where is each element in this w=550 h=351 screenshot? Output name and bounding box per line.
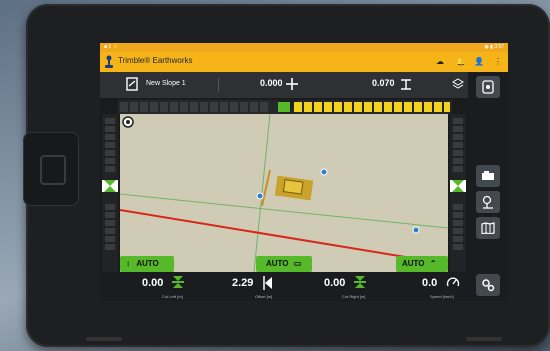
auto-center-label: AUTO	[266, 259, 289, 268]
strap-buckle	[40, 155, 66, 185]
readout-bar: 0.00 Cut Left [m] 2.29 Offset [m] 0.00 C…	[100, 273, 468, 301]
android-status-bar: ■ 1 ⚡ ◉ ▮ 3:57	[100, 43, 508, 52]
kebab-menu-icon[interactable]: ⋮	[494, 57, 502, 66]
point-marker-icon[interactable]	[256, 192, 266, 202]
slope-value: 0.070	[372, 78, 395, 88]
tablet-foot	[466, 337, 502, 341]
crosshair-icon[interactable]	[286, 78, 298, 90]
grade-indicator-bar	[118, 100, 452, 114]
settings-button[interactable]	[476, 274, 500, 296]
sensor-settings-button[interactable]	[476, 76, 500, 98]
design-toolbar: New Slope 1 0.000 0.070	[100, 72, 468, 98]
offset-arrow-icon	[263, 276, 272, 290]
on-grade-icon	[172, 276, 184, 288]
plan-view-map[interactable]: ↕ AUTO AUTO ▭ AUTO ⌃	[120, 114, 448, 272]
layers-icon[interactable]	[452, 78, 464, 90]
right-side-panel	[468, 72, 508, 301]
auto-left-label: AUTO	[136, 259, 159, 268]
blade-icon: ▭	[293, 259, 302, 268]
machine-view-button[interactable]	[476, 165, 500, 187]
right-blade-indicator	[450, 114, 466, 272]
offset-label: Offset [m]	[255, 294, 273, 299]
cut-fill-value: 0.000	[260, 78, 283, 88]
offset-value: 2.29	[232, 277, 254, 289]
cut-left-value: 0.00	[142, 277, 164, 289]
speed-label: Speed [km/h]	[430, 294, 454, 299]
auto-right-label: AUTO	[402, 259, 425, 268]
map-canvas[interactable]	[120, 114, 448, 272]
folded-map-icon	[481, 222, 495, 235]
map-layers-button[interactable]	[476, 217, 500, 239]
device-screen: ■ 1 ⚡ ◉ ▮ 3:57 Trimble® Earthworks ☁ 🔔 👤…	[100, 43, 508, 301]
up-arrow-icon: ⌃	[429, 259, 437, 268]
speed-value: 0.0	[422, 277, 438, 289]
status-right: ◉ ▮ 3:57	[484, 44, 504, 50]
guidance-view: ↕ AUTO AUTO ▭ AUTO ⌃	[100, 98, 468, 273]
map-pin-icon	[482, 195, 493, 209]
user-icon[interactable]: 👤	[474, 57, 484, 66]
bell-icon[interactable]: 🔔	[456, 57, 466, 66]
position-button[interactable]	[476, 191, 500, 213]
sensor-icon	[482, 80, 494, 94]
point-marker-icon[interactable]	[412, 226, 422, 236]
point-marker-icon[interactable]	[320, 168, 330, 178]
slope-icon[interactable]	[400, 78, 412, 90]
design-name[interactable]: New Slope 1	[146, 80, 186, 87]
machine-view-icon	[482, 171, 494, 180]
app-bar: Trimble® Earthworks ☁ 🔔 👤 ⋮	[100, 52, 508, 72]
tablet-foot	[86, 337, 122, 341]
auto-left-button[interactable]: ↕ AUTO	[120, 256, 174, 272]
up-down-arrow-icon: ↕	[126, 259, 130, 268]
speedometer-icon	[446, 277, 460, 287]
design-file-icon[interactable]	[126, 77, 138, 91]
toolbar-divider	[218, 78, 219, 92]
auto-center-button[interactable]: AUTO ▭	[256, 256, 312, 272]
cut-left-label: Cut Left [m]	[162, 294, 183, 299]
cut-right-value: 0.00	[324, 277, 346, 289]
left-blade-indicator	[102, 114, 118, 272]
hand-strap	[23, 132, 79, 206]
app-title: Trimble® Earthworks	[118, 56, 193, 65]
cut-right-label: Cut Right [m]	[342, 294, 366, 299]
auto-right-button[interactable]: AUTO ⌃	[396, 256, 448, 272]
status-left: ■ 1 ⚡	[104, 44, 119, 50]
cloud-icon[interactable]: ☁	[436, 57, 444, 66]
on-grade-icon	[354, 276, 366, 288]
gears-icon	[482, 279, 495, 292]
trimble-logo-icon	[105, 55, 113, 68]
